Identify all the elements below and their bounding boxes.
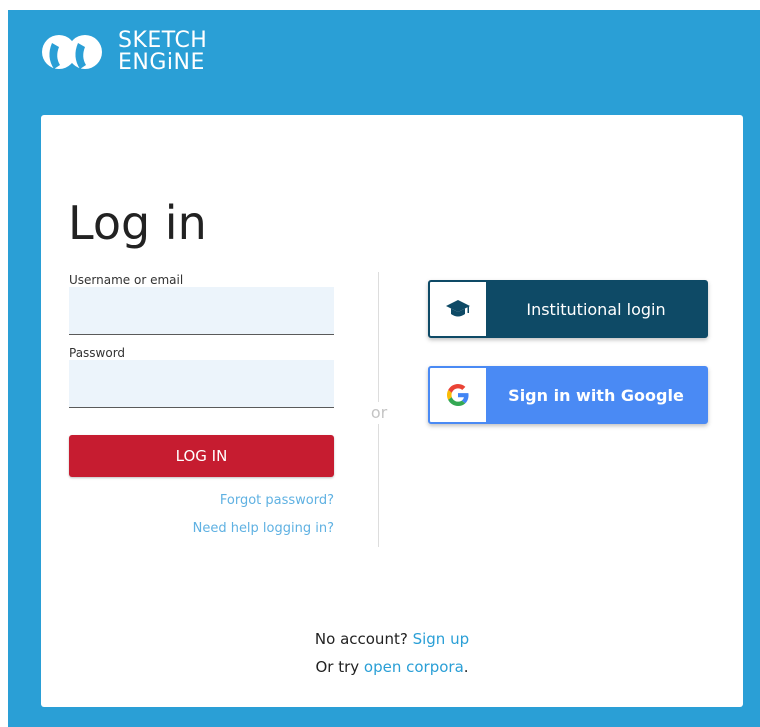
no-account-text: No account? [314,630,408,648]
institutional-login-button[interactable]: Institutional login [428,280,708,338]
google-icon [447,384,469,406]
username-label: Username or email [69,273,184,287]
logo-wordmark: SKETCH ENGiNE [118,30,207,74]
logo-line-1: SKETCH [118,28,208,53]
password-label: Password [69,346,126,360]
or-separator: or [368,402,390,424]
google-icon-box [430,368,486,422]
sign-up-link[interactable]: Sign up [413,630,470,648]
quote-logo-icon [42,35,102,69]
institutional-login-label: Institutional login [526,299,666,319]
username-input[interactable] [69,287,334,335]
login-button[interactable]: LOG IN [69,435,334,477]
footer-period: . [463,658,469,676]
login-card: Log in Username or email Password LOG IN… [41,115,743,707]
page-title: Log in [68,196,207,250]
need-help-link[interactable]: Need help logging in? [193,521,334,536]
password-input[interactable] [69,360,334,408]
signup-line: No account? Sign up [41,630,743,648]
graduation-cap-icon [446,300,470,317]
open-corpora-line: Or try open corpora. [41,658,743,676]
google-signin-label: Sign in with Google [508,385,684,405]
google-signin-button[interactable]: Sign in with Google [428,366,708,424]
forgot-password-link[interactable]: Forgot password? [220,493,334,508]
sketch-engine-logo[interactable]: SKETCH ENGiNE [40,27,207,77]
page-background: SKETCH ENGiNE Log in Username or email P… [8,10,760,727]
logo-line-2: ENGiNE [118,50,205,75]
institutional-icon-box [430,282,486,336]
open-corpora-link[interactable]: open corpora [364,658,464,676]
or-try-text: Or try [315,658,360,676]
